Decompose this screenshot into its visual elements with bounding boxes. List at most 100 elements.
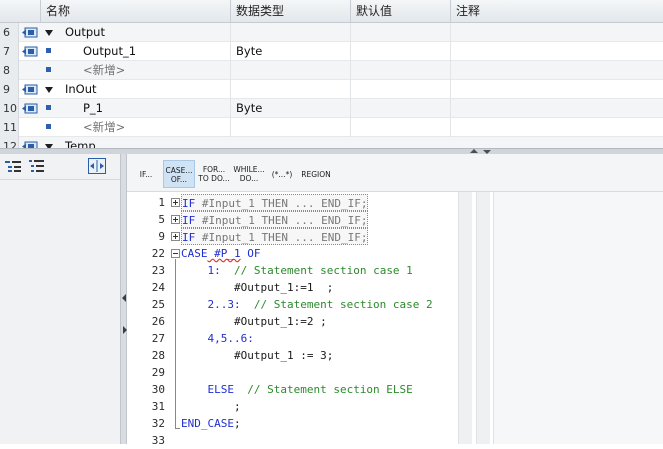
case-label-token: 1: (181, 264, 221, 277)
outdent-list-icon[interactable] (28, 158, 46, 174)
interface-section-icon (22, 141, 38, 148)
collapse-fold-icon[interactable] (171, 249, 180, 258)
line-number: 1 (158, 196, 165, 209)
code-line[interactable]: IF #Input_1 THEN ... END_IF; (181, 211, 369, 228)
code-line[interactable]: #Output_1:=2 ; (181, 313, 327, 330)
row-name: Temp (65, 139, 96, 148)
variable-bullet-icon (46, 105, 51, 110)
add-new-entry[interactable]: <新增> (83, 61, 125, 80)
keyword-token: CASE (181, 247, 208, 260)
line-number: 29 (151, 366, 165, 379)
table-row[interactable]: 7 Output_1 Byte (0, 42, 663, 61)
expand-fold-icon[interactable] (171, 232, 180, 241)
add-new-entry[interactable]: <新增> (83, 118, 125, 137)
code-token: ; (233, 417, 241, 430)
table-row[interactable]: 10 P_1 Byte (0, 99, 663, 118)
folded-code-token: #Input_1 THEN ... END_IF; (195, 231, 368, 244)
interface-section-icon (22, 84, 38, 95)
row-datatype[interactable]: Byte (236, 99, 262, 118)
line-number: 23 (151, 264, 165, 277)
fold-guide-line (175, 259, 176, 429)
variable-bullet-icon (46, 124, 51, 129)
col-header-name[interactable]: 名称 (40, 0, 230, 23)
code-line[interactable]: 2..3: // Statement section case 2 (181, 296, 432, 313)
editor-side-column (476, 192, 490, 444)
code-line[interactable]: IF #Input_1 THEN ... END_IF; (181, 194, 369, 211)
col-header-comment[interactable]: 注释 (450, 0, 663, 23)
splitter-up-arrow-icon[interactable] (470, 149, 478, 153)
collapse-triangle-icon[interactable] (45, 87, 53, 93)
code-line[interactable]: #Output_1 := 3; (181, 347, 333, 364)
line-number: 28 (151, 349, 165, 362)
collapse-left-icon[interactable] (122, 294, 126, 302)
interface-section-icon (22, 27, 38, 38)
row-datatype[interactable]: Byte (236, 42, 262, 61)
interface-variable-icon (22, 46, 38, 57)
left-toolbar (0, 154, 123, 180)
left-pane (0, 154, 123, 444)
scl-code-editor[interactable]: 1 5 9 22 23 24 25 26 27 28 29 30 31 32 3… (127, 192, 457, 447)
interface-table: 名称 数据类型 默认值 注释 6 Output 7 Output_1 Byte … (0, 0, 663, 148)
col-header-datatype[interactable]: 数据类型 (230, 0, 350, 23)
table-row[interactable]: 11 <新增> (0, 118, 663, 137)
insert-if-button[interactable]: IF... (134, 160, 158, 188)
table-row[interactable]: 8 <新增> (0, 61, 663, 80)
row-number: 12 (0, 137, 19, 148)
line-number: 5 (158, 213, 165, 226)
line-number: 31 (151, 400, 165, 413)
code-line[interactable]: ELSE // Statement section ELSE (181, 381, 413, 398)
line-number: 27 (151, 332, 165, 345)
line-number: 26 (151, 315, 165, 328)
code-line[interactable]: 4,5..6: (181, 330, 253, 347)
keyword-token: IF (182, 197, 196, 210)
line-number-gutter: 1 5 9 22 23 24 25 26 27 28 29 30 31 32 3… (127, 192, 172, 447)
insert-for-button[interactable]: FOR... TO DO... (197, 160, 231, 188)
line-number: 30 (151, 383, 165, 396)
insert-comment-button[interactable]: (*...*) (267, 160, 297, 188)
variable-token: #P_1 (207, 247, 241, 260)
folded-code-token: #Input_1 THEN ... END_IF; (195, 214, 368, 227)
row-name: Output (65, 25, 105, 39)
keyword-token: IF (182, 214, 196, 227)
row-number: 11 (0, 118, 19, 137)
code-line[interactable]: IF #Input_1 THEN ... END_IF; (181, 228, 369, 245)
collapse-triangle-icon[interactable] (45, 30, 53, 36)
expand-fold-icon[interactable] (171, 198, 180, 207)
expand-width-icon[interactable] (88, 158, 106, 174)
expand-fold-icon[interactable] (171, 215, 180, 224)
keyword-token: ELSE (181, 383, 234, 396)
comment-token: // Statement section ELSE (233, 383, 413, 396)
line-number: 33 (151, 434, 165, 447)
vertical-splitter[interactable] (120, 154, 127, 444)
instruction-toolbar: IF... CASE... OF... FOR... TO DO... WHIL… (127, 154, 663, 192)
code-line[interactable]: #Output_1:=1 ; (181, 279, 333, 296)
indent-list-icon[interactable] (4, 158, 22, 174)
variable-bullet-icon (46, 48, 51, 53)
table-row[interactable]: 9 InOut (0, 80, 663, 99)
case-label-token: 2..3: (181, 298, 241, 311)
table-row[interactable]: 6 Output (0, 23, 663, 42)
row-name: InOut (65, 82, 97, 96)
line-number: 22 (151, 247, 165, 260)
keyword-token: IF (182, 231, 196, 244)
line-number: 25 (151, 298, 165, 311)
row-name[interactable]: P_1 (83, 99, 103, 118)
code-line[interactable]: ; (181, 398, 241, 415)
insert-while-button[interactable]: WHILE... DO... (232, 160, 266, 188)
code-line[interactable]: 1: // Statement section case 1 (181, 262, 413, 279)
comment-token: // Statement section case 1 (220, 264, 413, 277)
col-header-default[interactable]: 默认值 (350, 0, 450, 23)
editor-side-panel (493, 192, 663, 444)
line-number: 32 (151, 417, 165, 430)
code-line[interactable]: CASE #P_1 OF (181, 245, 261, 262)
row-name[interactable]: Output_1 (83, 42, 136, 61)
line-number: 9 (158, 230, 165, 243)
line-number: 24 (151, 281, 165, 294)
table-header: 名称 数据类型 默认值 注释 (0, 0, 663, 23)
insert-region-button[interactable]: REGION (299, 160, 333, 188)
insert-case-button[interactable]: CASE... OF... (163, 160, 195, 188)
fold-guide-end (175, 428, 180, 429)
variable-bullet-icon (46, 67, 51, 72)
code-line[interactable]: END_CASE; (181, 415, 241, 432)
table-row[interactable]: 12 Temp (0, 137, 663, 148)
